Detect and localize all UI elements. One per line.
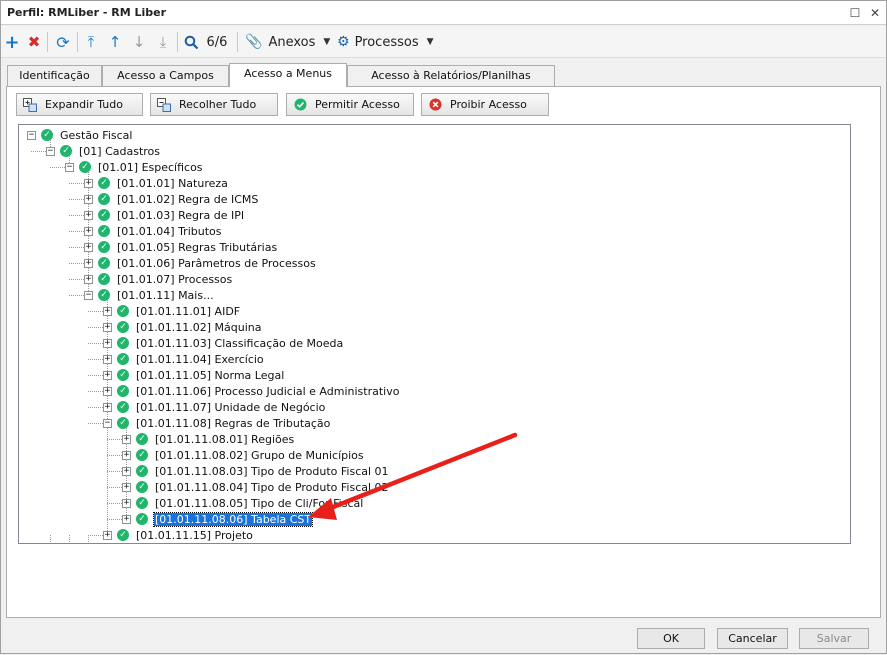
- profile-window: Perfil: RMLiber - RM Liber ☐ ✕ + ✖ ⟳ ⤒ ↑…: [0, 0, 887, 654]
- save-button[interactable]: Salvar: [799, 628, 869, 649]
- annotation-arrow: [308, 432, 518, 520]
- cancel-button[interactable]: Cancelar: [717, 628, 788, 649]
- ok-button[interactable]: OK: [637, 628, 705, 649]
- tab-acesso-menus[interactable]: Acesso a Menus: [229, 63, 347, 87]
